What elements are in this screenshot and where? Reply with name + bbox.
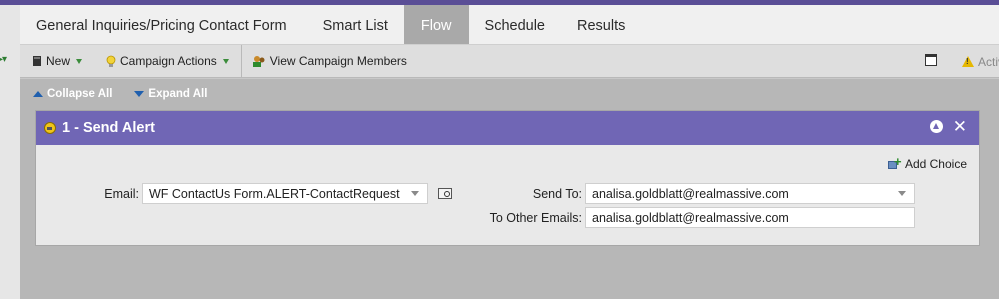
new-file-icon bbox=[33, 56, 41, 66]
tab-smart-list[interactable]: Smart List bbox=[307, 5, 404, 44]
flow-step-send-alert: 1 - Send Alert ✕ + Add Choice Email: WF … bbox=[35, 110, 980, 246]
tab-label: Flow bbox=[420, 17, 452, 34]
step-header-controls: ✕ bbox=[929, 118, 967, 135]
active-label: Activ bbox=[978, 54, 999, 69]
view-campaign-members-button[interactable]: View Campaign Members bbox=[240, 45, 407, 77]
send-to-label: Send To: bbox=[532, 187, 582, 201]
send-to-select[interactable]: analisa.goldblatt@realmassive.com bbox=[585, 183, 915, 204]
chevron-down-icon bbox=[76, 58, 83, 64]
email-label: Email: bbox=[104, 187, 139, 201]
add-choice-icon: + bbox=[887, 154, 902, 170]
expand-arrows-icon[interactable]: ▸▾ bbox=[0, 54, 7, 65]
chevron-down-icon bbox=[222, 58, 229, 64]
add-choice-button[interactable]: + Add Choice bbox=[887, 154, 967, 171]
active-status[interactable]: Activ bbox=[962, 45, 999, 78]
new-button[interactable]: New bbox=[32, 45, 83, 77]
other-emails-value: analisa.goldblatt@realmassive.com bbox=[592, 211, 789, 225]
tab-flow[interactable]: Flow bbox=[403, 5, 469, 44]
add-choice-label: Add Choice bbox=[904, 157, 967, 171]
email-select[interactable]: WF ContactUs Form.ALERT-ContactRequest bbox=[142, 183, 428, 204]
tab-label: General Inquiries/Pricing Contact Form bbox=[36, 17, 287, 34]
campaign-actions-label: Campaign Actions bbox=[120, 54, 217, 68]
toolbar: New Campaign Actions View Campaign Membe… bbox=[20, 45, 999, 78]
other-emails-label: To Other Emails: bbox=[489, 211, 582, 225]
warning-icon bbox=[962, 56, 974, 67]
tab-schedule[interactable]: Schedule bbox=[469, 5, 561, 44]
expand-all-label: Expand All bbox=[148, 88, 208, 100]
expand-collapse-controls: Collapse All Expand All bbox=[33, 86, 207, 102]
move-up-icon[interactable] bbox=[929, 120, 943, 133]
collapse-all-label: Collapse All bbox=[47, 88, 113, 100]
campaign-actions-button[interactable]: Campaign Actions bbox=[106, 45, 229, 77]
triangle-down-icon bbox=[134, 91, 145, 97]
tab-label: Results bbox=[577, 17, 626, 34]
expand-all-button[interactable]: Expand All bbox=[134, 86, 207, 102]
preview-icon[interactable] bbox=[438, 188, 452, 199]
left-gutter: ▸▾ bbox=[0, 5, 20, 299]
alert-icon bbox=[44, 122, 56, 134]
email-value: WF ContactUs Form.ALERT-ContactRequest bbox=[149, 187, 400, 201]
new-label: New bbox=[46, 54, 71, 68]
tab-bar: General Inquiries/Pricing Contact Form S… bbox=[20, 5, 999, 45]
send-to-value: analisa.goldblatt@realmassive.com bbox=[592, 187, 789, 201]
other-emails-input[interactable]: analisa.goldblatt@realmassive.com bbox=[585, 207, 915, 228]
tab-label: Smart List bbox=[322, 17, 388, 34]
close-icon[interactable]: ✕ bbox=[953, 118, 967, 135]
collapse-all-button[interactable]: Collapse All bbox=[33, 86, 112, 102]
tab-results[interactable]: Results bbox=[561, 5, 641, 44]
tab-program-name[interactable]: General Inquiries/Pricing Contact Form bbox=[20, 5, 307, 44]
lightbulb-icon bbox=[106, 55, 116, 67]
members-icon bbox=[252, 55, 265, 67]
window-icon[interactable] bbox=[925, 54, 937, 66]
view-members-label: View Campaign Members bbox=[269, 54, 407, 68]
triangle-up-icon bbox=[33, 91, 43, 97]
tab-label: Schedule bbox=[484, 17, 545, 34]
step-header[interactable]: 1 - Send Alert ✕ bbox=[36, 111, 979, 145]
step-title: 1 - Send Alert bbox=[62, 120, 155, 136]
